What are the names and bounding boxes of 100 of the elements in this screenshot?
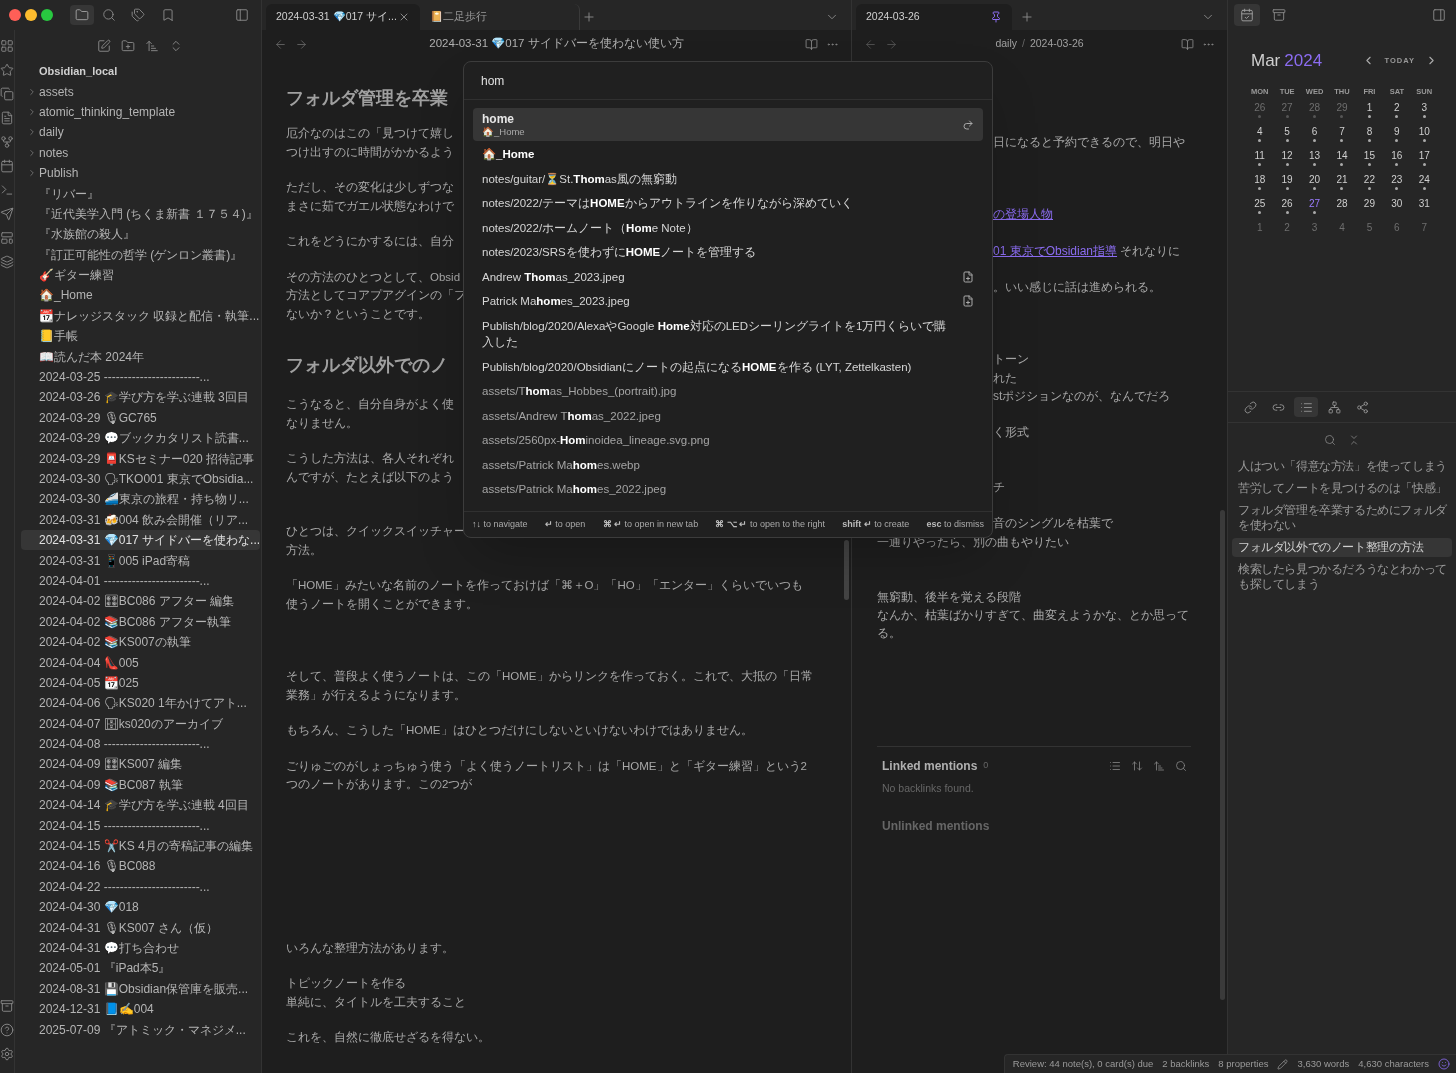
calendar-day[interactable]: 29 [1363,197,1375,209]
forward-icon[interactable] [295,37,308,51]
calendar-day[interactable]: 16 [1391,149,1403,161]
file-tree-item[interactable]: 2024-04-30 💎018 [21,897,261,918]
calendar-day[interactable]: 1 [1366,101,1373,113]
file-tree-item[interactable]: 2024-03-29 📮KSセミナー020 招待記事 [21,448,261,469]
file-tree-item[interactable]: 2024-03-31 🍻004 飲み会開催（リア... [21,509,261,530]
grid-icon[interactable] [0,39,14,53]
calendar-day[interactable]: 3 [1421,101,1428,113]
send-icon[interactable] [0,207,14,221]
collapse-icon[interactable] [1348,434,1360,446]
new-tab-icon[interactable] [582,10,596,24]
internal-link[interactable]: の登場人物 [993,207,1053,221]
settings-icon[interactable] [0,1047,14,1061]
layout-icon[interactable] [0,231,14,245]
file-tree-item[interactable]: notes [21,142,261,163]
search-result[interactable]: Publish/blog/2020/AlexaやGoogle Home対応のLEDシーリングライトを1万円くらいで購入した [473,313,983,355]
calendar-day[interactable]: 31 [1418,197,1430,209]
calendar-day[interactable]: 13 [1309,149,1321,161]
file-tree-item[interactable]: 2024-04-31 🎙KS007 さん（仮） [21,917,261,938]
file-tree-item[interactable]: 2024-04-16 🎙BC088 [21,856,261,877]
file-tree-item[interactable]: atomic_thinking_template [21,101,261,123]
file-tree-item[interactable]: 2024-04-02 🎛BC086 アフター 編集 [21,591,261,612]
reading-view-icon[interactable] [1181,37,1194,51]
search-result[interactable]: assets/Patrick Mahomes_2022.jpeg [473,477,983,502]
file-tree-item[interactable]: 2024-08-31 💾Obsidian保管庫を販売... [21,978,261,999]
calendar-day[interactable]: 17 [1418,149,1430,161]
outline-item[interactable]: フォルダ以外でのノート整理の方法 [1232,538,1452,557]
file-tree-item[interactable]: 2024-04-01 ------------------------... [21,570,261,592]
copy-icon[interactable] [0,87,14,101]
file-tree-item[interactable]: daily [21,122,261,143]
calendar-day[interactable]: 2 [1394,101,1400,113]
search-result[interactable]: notes/2023/SRSを使わずにHOMEノートを管理する [473,240,983,265]
calendar-day[interactable]: 21 [1336,173,1348,185]
file-tree-item[interactable]: assets [21,81,261,102]
search-result[interactable]: home 🏠_Home [473,108,983,141]
backlinks-count[interactable]: 2 backlinks [1162,1056,1210,1072]
forward-icon[interactable] [885,37,898,51]
file-tree-item[interactable]: 2024-04-02 📚BC086 アフター執筆 [21,611,261,632]
section-title[interactable]: Linked mentions [882,757,978,775]
file-icon[interactable] [0,111,14,125]
outline-icon[interactable] [1294,397,1318,417]
outline-item[interactable]: 検索したら見つかるだろうなとわかっても探してしまう [1232,560,1452,594]
calendar-day[interactable]: 26 [1281,197,1293,209]
tab[interactable]: 2024-03-31 💎017 サイ... [266,4,420,30]
search-result[interactable]: assets/Andrew Thomas_2022.jpeg [473,403,983,428]
search-result[interactable]: assets/2560px-Hominoidea_lineage.svg.png [473,428,983,453]
arrows-icon[interactable] [1131,760,1143,772]
new-folder-icon[interactable] [120,38,135,53]
file-tree-item[interactable]: 2024-04-15 ✂KS 4月の寄稿記事の編集 [21,835,261,857]
file-tree-item[interactable]: 2024-04-04 👠005 [21,652,261,673]
calendar-day[interactable]: 15 [1363,149,1375,161]
file-tree-item[interactable]: 2024-04-06 🗣KS020 1年かけてアト... [21,693,261,714]
tab[interactable]: 2024-03-26 [856,4,1012,30]
archive-icon[interactable] [1272,8,1286,22]
file-tree-item[interactable]: 2024-12-31 📘✍004 [21,998,261,1020]
help-icon[interactable] [0,1023,14,1037]
file-tree-item[interactable]: 🎸ギター練習 [21,264,261,286]
tags-icon[interactable] [131,8,145,22]
review-status[interactable]: Review: 44 note(s), 0 card(s) due [1012,1056,1154,1072]
pencil-icon[interactable] [1277,1058,1289,1070]
calendar-day[interactable]: 12 [1281,149,1293,161]
vault-name[interactable]: Obsidian_local [39,62,118,80]
file-tree-item[interactable]: 2024-03-30 🚄東京の旅程・持ち物リ... [21,489,261,510]
breadcrumb-item[interactable]: daily [995,36,1017,52]
calendar-day[interactable]: 4 [1256,125,1263,137]
calendar-day[interactable]: 6 [1311,125,1318,137]
terminal-icon[interactable] [0,183,14,197]
calendar-day[interactable]: 18 [1254,173,1266,185]
file-explorer-tab[interactable] [70,5,94,25]
search-field[interactable]: hom [481,71,975,90]
scrollbar[interactable] [1220,510,1225,1000]
file-tree-item[interactable]: 2024-04-08 ------------------------... [21,733,261,755]
back-icon[interactable] [274,37,287,51]
scrollbar[interactable] [844,540,849,600]
calendar-day[interactable]: 5 [1284,125,1290,137]
new-tab-icon[interactable] [1020,10,1034,24]
internal-link[interactable]: 01 東京でObsidian指導 [993,244,1118,258]
search-icon[interactable] [102,8,116,22]
file-tree-item[interactable]: Publish [21,162,261,184]
search-result[interactable]: notes/2022/テーマはHOMEからアウトラインを作りながら深めていく [473,191,983,216]
file-tree-item[interactable]: 2024-03-29 🎙GC765 [21,407,261,429]
list-icon[interactable] [1109,760,1121,772]
bookmark-icon[interactable] [161,8,175,22]
file-tree-item[interactable]: 『訂正可能性の哲学 (ゲンロン叢書)』 [21,244,261,265]
search-icon[interactable] [1324,434,1336,446]
search-result[interactable]: assets/Thomas_Hobbes_(portrait).jpg [473,379,983,404]
calendar-day[interactable]: 28 [1336,197,1348,209]
file-tree-item[interactable]: 『リバー』 [21,183,261,204]
breadcrumb-item[interactable]: 2024-03-26 [1029,36,1084,52]
search-result[interactable]: notes/guitar/⏳St.Thomas風の無窮動 [473,166,983,191]
file-tree-item[interactable]: 2024-03-31 📱005 iPad寄稿 [21,550,261,571]
calendar-day[interactable]: 19 [1281,173,1293,185]
calendar-day[interactable]: 8 [1366,125,1373,137]
calendar-day[interactable]: 9 [1394,125,1400,137]
close-window-button[interactable] [9,9,21,21]
search-result[interactable]: 🏠_Home [473,142,983,167]
file-tree-item[interactable]: 2024-03-30 🗣TKO001 東京でObsidia... [21,468,261,490]
file-tree-item[interactable]: 『近代美学入門 (ちくま新書 １７５４)』 [21,203,261,225]
file-tree-item[interactable]: 2024-04-07 🗄ks020のアーカイブ [21,713,261,734]
